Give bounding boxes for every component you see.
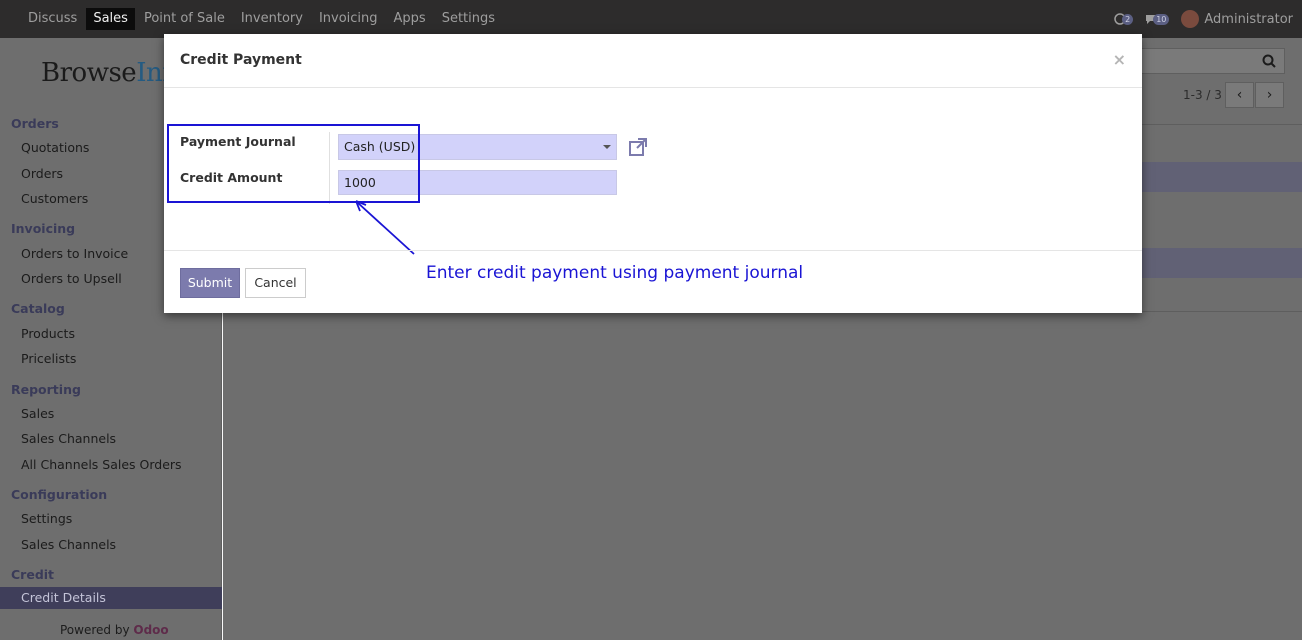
close-icon[interactable]: × xyxy=(1113,50,1126,69)
sidebar-section-catalog: Catalog xyxy=(11,301,65,316)
sidebar-section-reporting: Reporting xyxy=(11,382,81,397)
search-input[interactable] xyxy=(1140,48,1285,74)
menu-invoicing[interactable]: Invoicing xyxy=(312,8,385,30)
systray: 2 10 Administrator xyxy=(1114,10,1293,28)
chevron-left-icon: ‹ xyxy=(1236,87,1243,103)
odoo-link[interactable]: Odoo xyxy=(133,623,168,637)
dialog-header: Credit Payment × xyxy=(164,34,1142,88)
credit-payment-dialog: Credit Payment × Payment Journal Credit … xyxy=(164,34,1142,313)
search-icon[interactable] xyxy=(1262,54,1276,68)
app-menu: Discuss Sales Point of Sale Inventory In… xyxy=(21,8,504,30)
menu-inventory[interactable]: Inventory xyxy=(234,8,310,30)
sidebar-item-customers[interactable]: Customers xyxy=(21,191,88,206)
messages-count-badge: 10 xyxy=(1153,13,1170,25)
caret-down-icon xyxy=(603,145,611,149)
annotation-highlight-box xyxy=(167,124,420,203)
pager-previous-button[interactable]: ‹ xyxy=(1225,82,1254,108)
dialog-footer: Submit Cancel xyxy=(164,250,1142,313)
sidebar-item-reporting-sales[interactable]: Sales xyxy=(21,406,54,421)
chat-button[interactable]: 2 xyxy=(1114,13,1134,25)
user-menu[interactable]: Administrator xyxy=(1204,12,1293,27)
powered-by: Powered by Odoo xyxy=(60,623,169,637)
external-link-icon[interactable] xyxy=(628,137,648,157)
top-navbar: Discuss Sales Point of Sale Inventory In… xyxy=(0,0,1302,38)
sidebar-item-sales-channels[interactable]: Sales Channels xyxy=(21,431,116,446)
menu-discuss[interactable]: Discuss xyxy=(21,8,84,30)
sidebar-item-orders-to-upsell[interactable]: Orders to Upsell xyxy=(21,271,122,286)
sidebar-section-orders: Orders xyxy=(11,116,59,131)
menu-point-of-sale[interactable]: Point of Sale xyxy=(137,8,232,30)
chevron-right-icon: › xyxy=(1266,87,1273,103)
menu-apps[interactable]: Apps xyxy=(387,8,433,30)
sidebar-section-configuration: Configuration xyxy=(11,487,108,502)
menu-settings[interactable]: Settings xyxy=(435,8,502,30)
messages-button[interactable]: 10 xyxy=(1145,13,1170,25)
sidebar-section-invoicing: Invoicing xyxy=(11,221,76,236)
sidebar-item-all-channels-sales-orders[interactable]: All Channels Sales Orders xyxy=(21,457,182,472)
sidebar-item-settings[interactable]: Settings xyxy=(21,511,72,526)
cancel-button[interactable]: Cancel xyxy=(245,268,306,298)
sidebar-item-orders-to-invoice[interactable]: Orders to Invoice xyxy=(21,246,128,261)
sidebar-item-quotations[interactable]: Quotations xyxy=(21,140,89,155)
company-logo: BrowseInf xyxy=(41,58,172,88)
sidebar-section-credit: Credit xyxy=(11,567,55,582)
sidebar-item-orders[interactable]: Orders xyxy=(21,166,63,181)
submit-button[interactable]: Submit xyxy=(180,268,240,298)
menu-sales[interactable]: Sales xyxy=(86,8,135,30)
sidebar-item-products[interactable]: Products xyxy=(21,326,75,341)
sidebar-item-credit-details[interactable]: Credit Details xyxy=(0,587,222,609)
pager-value[interactable]: 1-3 / 3 xyxy=(1183,88,1222,102)
avatar[interactable] xyxy=(1181,10,1200,28)
sidebar-item-pricelists[interactable]: Pricelists xyxy=(21,351,76,366)
dialog-title: Credit Payment xyxy=(180,52,302,68)
chat-count-badge: 2 xyxy=(1122,13,1134,25)
sidebar-item-config-sales-channels[interactable]: Sales Channels xyxy=(21,537,116,552)
pager-next-button[interactable]: › xyxy=(1255,82,1284,108)
